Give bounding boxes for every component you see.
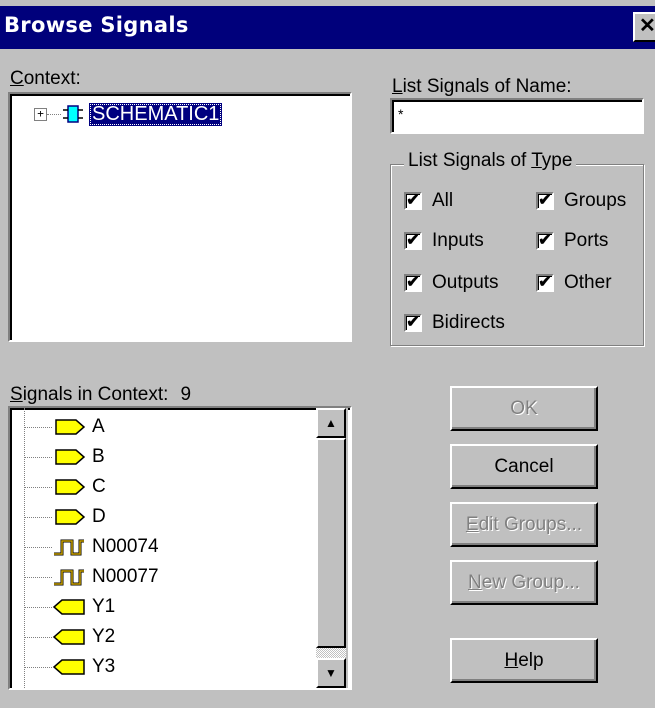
window-title: Browse Signals (4, 13, 189, 37)
tree-connector (24, 516, 52, 518)
check-icon[interactable]: ✔ (536, 274, 554, 292)
scrollbar[interactable]: ▲ ▼ (316, 408, 348, 688)
signal-name: Y2 (92, 626, 116, 647)
close-button[interactable]: ✕ (633, 12, 655, 42)
pulse-signal-icon (52, 537, 86, 557)
checkbox-bidirects[interactable]: ✔ Bidirects (404, 312, 505, 334)
checkbox-groups[interactable]: ✔ Groups (536, 190, 626, 212)
tree-connector (24, 636, 52, 638)
context-label: Context: (10, 68, 81, 89)
tree-item-schematic[interactable]: + SCHEMATIC1 (34, 102, 223, 126)
input-signal-icon (52, 507, 86, 527)
checkbox-ports[interactable]: ✔ Ports (536, 230, 608, 252)
signal-name: Y1 (92, 596, 116, 617)
pulse-signal-icon (52, 567, 86, 587)
list-item[interactable]: C (24, 472, 106, 502)
ok-button[interactable]: OK (450, 386, 598, 431)
signals-list[interactable]: A B C D N00074 N00077 Y1 Y2 Y3 ▲ ▼ (8, 406, 352, 690)
type-group-label: List Signals of Type (404, 150, 577, 172)
signal-name: C (92, 476, 106, 497)
help-button[interactable]: Help (450, 638, 598, 683)
new-group-button[interactable]: New Group... (450, 560, 598, 605)
tree-connector (24, 576, 52, 578)
list-item[interactable]: Y1 (24, 592, 115, 622)
checkbox-outputs[interactable]: ✔ Outputs (404, 272, 499, 294)
schematic-icon (63, 105, 83, 123)
list-item[interactable]: Y3 (24, 652, 115, 682)
output-signal-icon (52, 627, 86, 647)
list-name-label: List Signals of Name: (392, 76, 572, 97)
signal-name: N00074 (92, 536, 159, 557)
arrow-down-icon: ▼ (325, 666, 337, 680)
signal-name: D (92, 506, 106, 527)
list-item[interactable]: N00074 (24, 532, 159, 562)
input-signal-icon (52, 417, 86, 437)
scroll-down-button[interactable]: ▼ (316, 658, 346, 688)
tree-connector (24, 606, 52, 608)
checkbox-other[interactable]: ✔ Other (536, 272, 612, 294)
scroll-thumb[interactable] (316, 438, 346, 648)
list-item[interactable]: N00077 (24, 562, 159, 592)
signals-label: Signals in Context: 9 (10, 384, 192, 405)
tree-connector (24, 456, 52, 458)
check-icon[interactable]: ✔ (404, 192, 422, 210)
tree-connector (24, 546, 52, 548)
signal-name: B (92, 446, 105, 467)
check-icon[interactable]: ✔ (536, 232, 554, 250)
tree-connector (24, 486, 52, 488)
edit-groups-button[interactable]: Edit Groups... (450, 502, 598, 547)
list-item[interactable]: D (24, 502, 106, 532)
arrow-up-icon: ▲ (325, 416, 337, 430)
input-signal-icon (52, 477, 86, 497)
check-icon[interactable]: ✔ (404, 274, 422, 292)
signal-name: Y3 (92, 656, 116, 677)
tree-connector (24, 666, 52, 668)
signal-name: A (92, 416, 105, 437)
close-icon: ✕ (639, 15, 655, 37)
tree-item-label: SCHEMATIC1 (89, 102, 223, 126)
output-signal-icon (52, 657, 86, 677)
tree-connector (47, 113, 61, 115)
checkbox-all[interactable]: ✔ All (404, 190, 453, 212)
signals-count: 9 (180, 384, 192, 405)
check-icon[interactable]: ✔ (404, 314, 422, 332)
check-icon[interactable]: ✔ (404, 232, 422, 250)
output-signal-icon (52, 597, 86, 617)
input-signal-icon (52, 447, 86, 467)
list-item[interactable]: B (24, 442, 105, 472)
scroll-track[interactable] (316, 648, 346, 658)
check-icon[interactable]: ✔ (536, 192, 554, 210)
checkbox-inputs[interactable]: ✔ Inputs (404, 230, 484, 252)
scroll-up-button[interactable]: ▲ (316, 408, 346, 438)
list-item[interactable]: A (24, 412, 105, 442)
name-filter-input[interactable]: * (390, 98, 644, 134)
signal-name: N00077 (92, 566, 159, 587)
tree-connector (24, 426, 52, 428)
expand-icon[interactable]: + (34, 107, 47, 121)
list-item[interactable]: Y2 (24, 622, 115, 652)
cancel-button[interactable]: Cancel (450, 444, 598, 489)
context-tree[interactable] (8, 92, 352, 342)
